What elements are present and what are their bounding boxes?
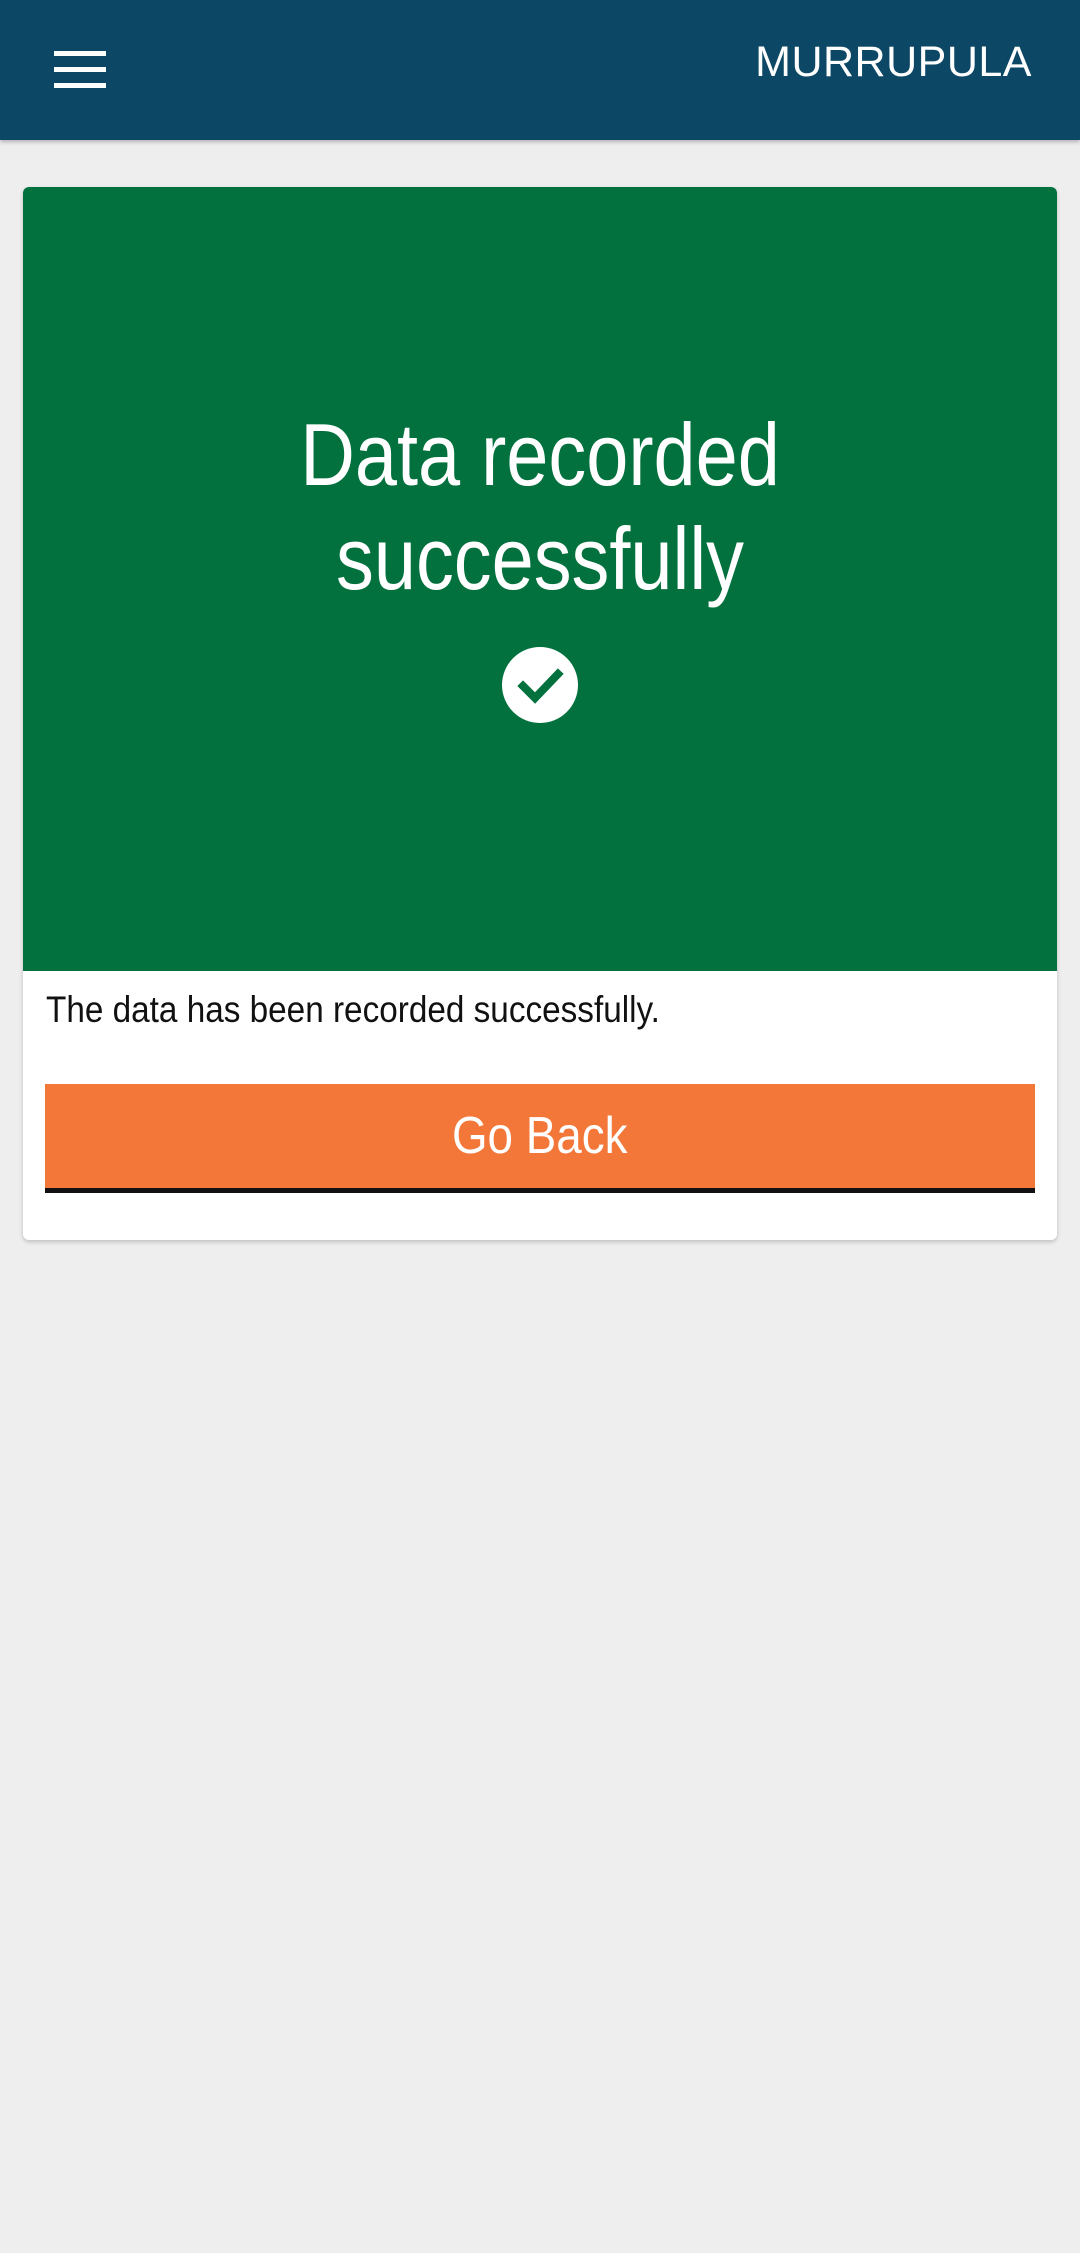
success-card: Data recorded successfully The data has …	[23, 187, 1057, 1240]
hamburger-menu-icon	[54, 51, 106, 88]
success-title: Data recorded successfully	[95, 403, 984, 611]
menu-button[interactable]	[40, 30, 120, 110]
success-banner: Data recorded successfully	[23, 187, 1057, 971]
go-back-label: Go Back	[452, 1107, 628, 1165]
app-bar: MURRUPULA	[0, 0, 1080, 140]
go-back-button[interactable]: Go Back	[45, 1084, 1035, 1193]
success-title-line1: Data recorded	[300, 405, 780, 504]
success-message: The data has been recorded successfully.	[46, 989, 660, 1030]
success-title-line2: successfully	[336, 509, 744, 608]
app-title: MURRUPULA	[755, 38, 1032, 86]
check-circle-icon	[502, 647, 578, 723]
